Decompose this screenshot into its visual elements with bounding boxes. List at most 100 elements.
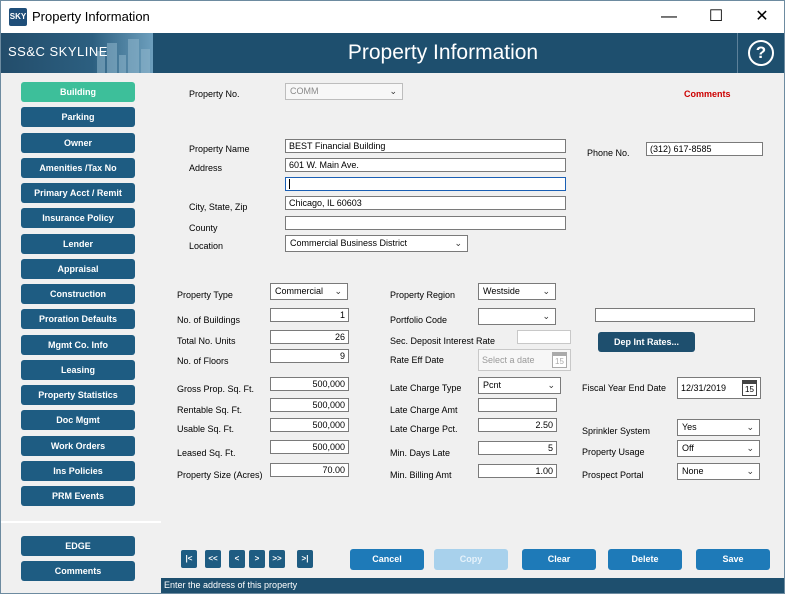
city-state-zip-label: City, State, Zip [189,202,248,212]
city-state-zip-input[interactable]: Chicago, IL 60603 [285,196,566,210]
portfolio-code-label: Portfolio Code [390,315,448,325]
calendar-icon[interactable]: 15 [742,380,757,396]
phone-label: Phone No. [587,148,630,158]
fiscal-year-end-label: Fiscal Year End Date [582,383,667,393]
property-name-input[interactable]: BEST Financial Building [285,139,566,153]
sidebar-item-appraisal[interactable]: Appraisal [21,259,135,279]
sprinkler-system-label: Sprinkler System [582,426,651,436]
sidebar-item-comments[interactable]: Comments [21,561,135,581]
late-charge-type-select[interactable]: Pcnt ⌄ [478,377,561,394]
next-record-button[interactable]: > [249,550,265,568]
address-line1-input[interactable]: 601 W. Main Ave. [285,158,566,172]
gross-sqft-input[interactable]: 500,000 [270,377,349,391]
comments-link[interactable]: Comments [684,89,731,99]
delete-button[interactable]: Delete [608,549,682,570]
sidebar-item-amenities[interactable]: Amenities /Tax No [21,158,135,178]
property-no-select[interactable]: COMM ⌄ [285,83,403,100]
property-size-label: Property Size (Acres) [177,470,263,480]
property-no-value: COMM [290,86,319,96]
chevron-down-icon: ⌄ [334,286,342,296]
num-floors-input[interactable]: 9 [270,349,349,363]
address-line2-input[interactable] [285,177,566,191]
county-label: County [189,223,218,233]
app-icon: SKY [9,8,27,26]
sprinkler-system-select[interactable]: Yes ⌄ [677,419,760,436]
skyline-logo: SS&C SKYLINE [1,33,153,73]
location-select[interactable]: Commercial Business District ⌄ [285,235,468,252]
sidebar-item-edge[interactable]: EDGE [21,536,135,556]
copy-button[interactable]: Copy [434,549,508,570]
min-billing-amt-input[interactable]: 1.00 [478,464,557,478]
usable-sqft-input[interactable]: 500,000 [270,418,349,432]
calendar-icon[interactable]: 15 [552,352,567,368]
location-value: Commercial Business District [290,238,408,248]
num-buildings-input[interactable]: 1 [270,308,349,322]
prev-record-button[interactable]: < [229,550,245,568]
late-charge-pct-label: Late Charge Pct. [390,424,458,434]
late-charge-amt-input[interactable] [478,398,557,412]
min-days-late-input[interactable]: 5 [478,441,557,455]
total-units-input[interactable]: 26 [270,330,349,344]
page-title: Property Information [347,41,539,64]
fiscal-year-end-value: 12/31/2019 [681,383,727,393]
portfolio-description-input[interactable] [595,308,755,322]
property-usage-label: Property Usage [582,447,645,457]
sidebar-item-doc-mgmt[interactable]: Doc Mgmt [21,410,135,430]
cancel-button[interactable]: Cancel [350,549,424,570]
sidebar-item-primary-acct[interactable]: Primary Acct / Remit [21,183,135,203]
sidebar-item-construction[interactable]: Construction [21,284,135,304]
num-floors-label: No. of Floors [177,356,229,366]
county-input[interactable] [285,216,566,230]
rate-eff-date-picker[interactable]: Select a date 15 [478,349,571,371]
title-bar: SKY Property Information — ☐ ✕ [1,1,784,33]
property-size-input[interactable]: 70.00 [270,463,349,477]
logo-building [107,43,117,73]
leased-sqft-label: Leased Sq. Ft. [177,448,236,458]
last-record-button[interactable]: >| [297,550,313,568]
late-charge-pct-input[interactable]: 2.50 [478,418,557,432]
fiscal-year-end-picker[interactable]: 12/31/2019 15 [677,377,761,399]
prospect-portal-select[interactable]: None ⌄ [677,463,760,480]
sidebar-item-owner[interactable]: Owner [21,133,135,153]
sidebar-item-work-orders[interactable]: Work Orders [21,436,135,456]
leased-sqft-input[interactable]: 500,000 [270,440,349,454]
logo-text: SS&C SKYLINE [8,44,108,59]
chevron-down-icon: ⌄ [389,86,397,96]
portfolio-code-select[interactable]: ⌄ [478,308,556,325]
app-window: SKY Property Information — ☐ ✕ SS&C SKYL… [0,0,785,594]
dep-int-rates-button[interactable]: Dep Int Rates... [598,332,695,352]
help-button[interactable]: ? [737,33,784,73]
property-region-select[interactable]: Westside ⌄ [478,283,556,300]
sidebar-item-insurance-policy[interactable]: Insurance Policy [21,208,135,228]
close-button[interactable]: ✕ [739,1,785,33]
sidebar-item-property-statistics[interactable]: Property Statistics [21,385,135,405]
logo-building [128,39,139,73]
sidebar-item-building[interactable]: Building [21,82,135,102]
window-title: Property Information [32,9,150,24]
sec-deposit-rate-input[interactable] [517,330,571,344]
maximize-button[interactable]: ☐ [693,1,739,33]
sidebar-item-mgmt-co[interactable]: Mgmt Co. Info [21,335,135,355]
status-bar: Enter the address of this property [161,578,784,593]
save-button[interactable]: Save [696,549,770,570]
phone-input[interactable]: (312) 617-8585 [646,142,763,156]
min-days-late-label: Min. Days Late [390,448,451,458]
sidebar-item-ins-policies[interactable]: Ins Policies [21,461,135,481]
sidebar-item-prm-events[interactable]: PRM Events [21,486,135,506]
prev-page-button[interactable]: << [205,550,221,568]
next-page-button[interactable]: >> [269,550,285,568]
num-buildings-label: No. of Buildings [177,315,241,325]
app-header: SS&C SKYLINE Property Information ? [1,33,784,73]
gross-sqft-label: Gross Prop. Sq. Ft. [177,384,255,394]
first-record-button[interactable]: |< [181,550,197,568]
sidebar-item-proration-defaults[interactable]: Proration Defaults [21,309,135,329]
chevron-down-icon: ⌄ [547,380,555,390]
minimize-button[interactable]: — [646,1,692,33]
sidebar-item-parking[interactable]: Parking [21,107,135,127]
clear-button[interactable]: Clear [522,549,596,570]
sidebar-item-leasing[interactable]: Leasing [21,360,135,380]
property-type-select[interactable]: Commercial ⌄ [270,283,348,300]
sidebar-item-lender[interactable]: Lender [21,234,135,254]
property-usage-select[interactable]: Off ⌄ [677,440,760,457]
rentable-sqft-input[interactable]: 500,000 [270,398,349,412]
